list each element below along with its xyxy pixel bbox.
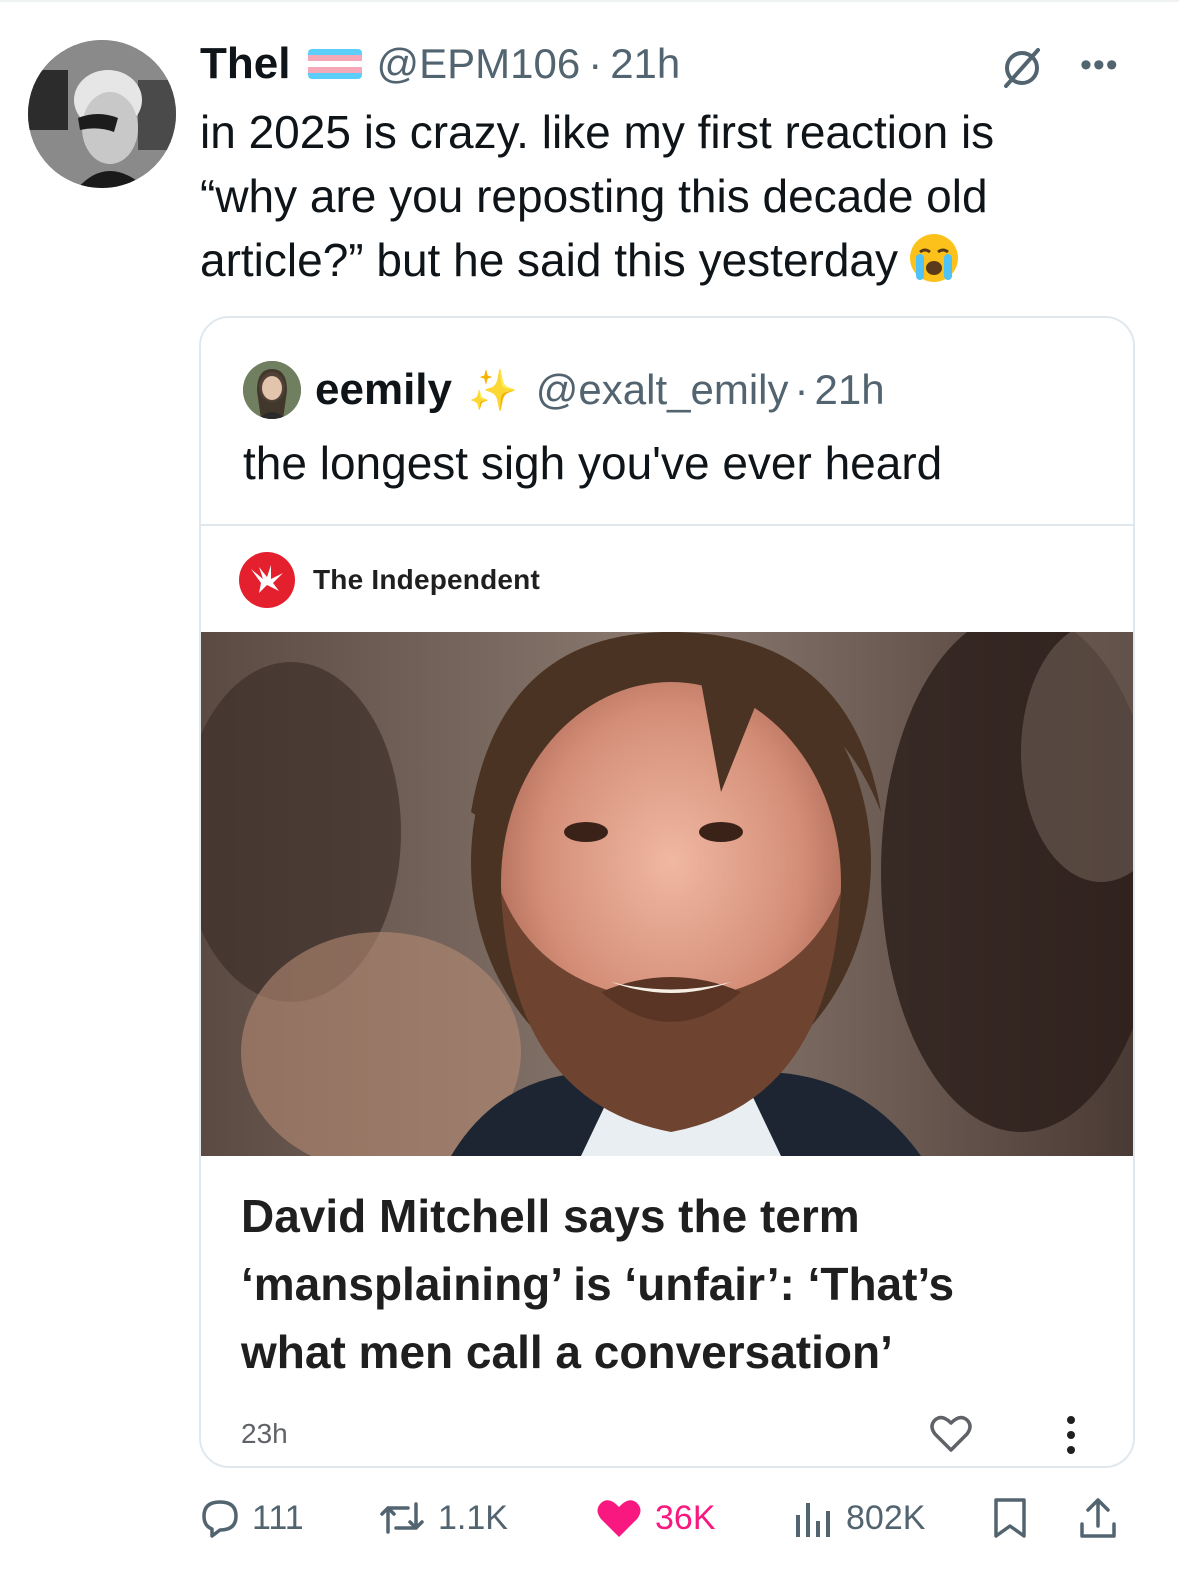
reply-icon — [202, 1500, 238, 1538]
heart-filled-icon — [597, 1500, 641, 1537]
quoted-separator-dot: · — [794, 366, 809, 413]
quoted-author-name[interactable]: eemily — [315, 365, 452, 415]
view-count: 802K — [846, 1498, 926, 1537]
action-bar: 111 1.1K 36K 802K — [200, 1490, 1140, 1546]
quoted-author-handle[interactable]: @exalt_emily — [536, 366, 789, 414]
tweet-body: in 2025 is crazy. like my first reaction… — [200, 106, 995, 286]
publisher-row[interactable]: The Independent — [239, 550, 540, 610]
tweet-time[interactable]: 21h — [610, 40, 680, 88]
share-button[interactable] — [1078, 1490, 1130, 1546]
repost-button[interactable]: 1.1K — [378, 1490, 508, 1546]
quoted-tweet[interactable]: eemily ✨ @exalt_emily · 21h the longest … — [199, 316, 1135, 1468]
tweet-header: Thel @EPM106 · 21h — [200, 36, 680, 92]
heart-outline-icon[interactable] — [929, 1414, 973, 1454]
tweet-text: in 2025 is crazy. like my first reaction… — [200, 100, 1100, 292]
reply-button[interactable]: 111 — [200, 1490, 304, 1546]
quoted-author-avatar[interactable] — [243, 361, 301, 419]
quoted-tweet-text: the longest sigh you've ever heard — [243, 437, 943, 489]
article-photo[interactable] — [201, 632, 1133, 1156]
bookmark-button[interactable] — [990, 1490, 1042, 1546]
bookmark-icon — [994, 1498, 1026, 1538]
author-avatar[interactable] — [28, 40, 176, 188]
author-handle[interactable]: @EPM106 — [376, 40, 580, 88]
sparkles-icon: ✨ — [467, 368, 518, 413]
analytics-icon — [796, 1503, 830, 1537]
quoted-divider — [201, 524, 1133, 526]
repost-icon — [380, 1502, 424, 1534]
kebab-menu-icon[interactable] — [1061, 1410, 1081, 1460]
like-button[interactable]: 36K — [595, 1490, 716, 1546]
reply-count: 111 — [252, 1498, 304, 1537]
author-name[interactable]: Thel — [200, 39, 290, 89]
independent-eagle-icon — [239, 552, 295, 608]
article-title[interactable]: David Mitchell says the term ‘mansplaini… — [241, 1182, 1041, 1386]
quoted-tweet-header: eemily ✨ @exalt_emily · 21h — [243, 358, 885, 422]
publisher-name: The Independent — [313, 564, 540, 595]
trans-flag-icon — [308, 49, 363, 79]
grok-icon[interactable] — [1000, 46, 1044, 90]
separator-dot: · — [588, 40, 603, 87]
share-icon — [1080, 1498, 1116, 1538]
quoted-tweet-time[interactable]: 21h — [815, 366, 885, 414]
article-time: 23h — [241, 1418, 288, 1449]
repost-count: 1.1K — [438, 1498, 508, 1537]
like-count: 36K — [655, 1498, 716, 1537]
loudly-crying-face-icon — [908, 232, 960, 284]
more-options-icon[interactable]: ••• — [1080, 46, 1119, 85]
views-button[interactable]: 802K — [792, 1490, 925, 1546]
top-divider — [0, 0, 1179, 2]
